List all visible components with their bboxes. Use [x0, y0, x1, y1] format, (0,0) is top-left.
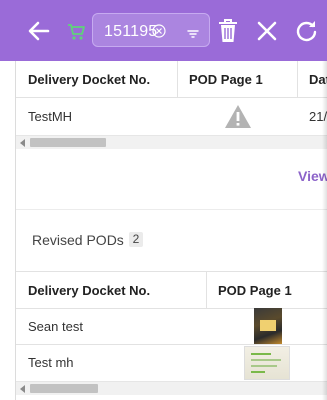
- row-divider: [16, 344, 327, 345]
- scrollbar-thumb[interactable]: [30, 384, 98, 393]
- column-divider[interactable]: [206, 271, 207, 308]
- docket-search-field[interactable]: 151195: [92, 13, 210, 47]
- warning-icon: [224, 104, 252, 134]
- column-header-pod-page-1[interactable]: POD Page 1: [218, 283, 292, 298]
- docket-cell[interactable]: Test mh: [28, 355, 74, 370]
- panel-edge-shadow: [322, 61, 327, 400]
- scroll-left-arrow-icon[interactable]: [20, 139, 25, 147]
- scroll-left-arrow-icon[interactable]: [20, 385, 25, 393]
- column-header-delivery-docket[interactable]: Delivery Docket No.: [28, 72, 150, 87]
- close-icon[interactable]: [255, 19, 279, 43]
- column-divider[interactable]: [177, 61, 178, 97]
- section-divider: [16, 209, 327, 210]
- header-top-divider: [16, 271, 327, 272]
- docket-search-value[interactable]: 151195: [104, 23, 157, 41]
- cart-icon[interactable]: [66, 20, 86, 42]
- pod-photo-thumbnail[interactable]: [254, 308, 282, 344]
- refresh-icon[interactable]: [294, 18, 318, 44]
- column-divider[interactable]: [297, 61, 298, 97]
- revised-pods-heading: Revised PODs: [32, 232, 124, 248]
- pod-grid-horizontal-scrollbar[interactable]: [16, 135, 327, 149]
- scrollbar-thumb[interactable]: [30, 138, 106, 147]
- pod-document-thumbnail[interactable]: [244, 346, 290, 380]
- revised-grid-horizontal-scrollbar[interactable]: [16, 381, 327, 395]
- filter-icon[interactable]: [187, 26, 199, 38]
- column-header-pod-page-1[interactable]: POD Page 1: [189, 72, 263, 87]
- pod-panel: Delivery Docket No. POD Page 1 Dat TestM…: [15, 61, 327, 400]
- header-divider: [16, 97, 327, 98]
- toolbar: 151195: [0, 0, 327, 61]
- column-header-delivery-docket[interactable]: Delivery Docket No.: [28, 283, 150, 298]
- docket-cell[interactable]: Sean test: [28, 319, 83, 334]
- clear-circle-icon[interactable]: [152, 24, 166, 38]
- back-arrow-icon[interactable]: [26, 17, 52, 45]
- revised-pods-count-badge: 2: [129, 232, 143, 247]
- trash-icon[interactable]: [217, 18, 239, 44]
- docket-cell[interactable]: TestMH: [28, 109, 72, 124]
